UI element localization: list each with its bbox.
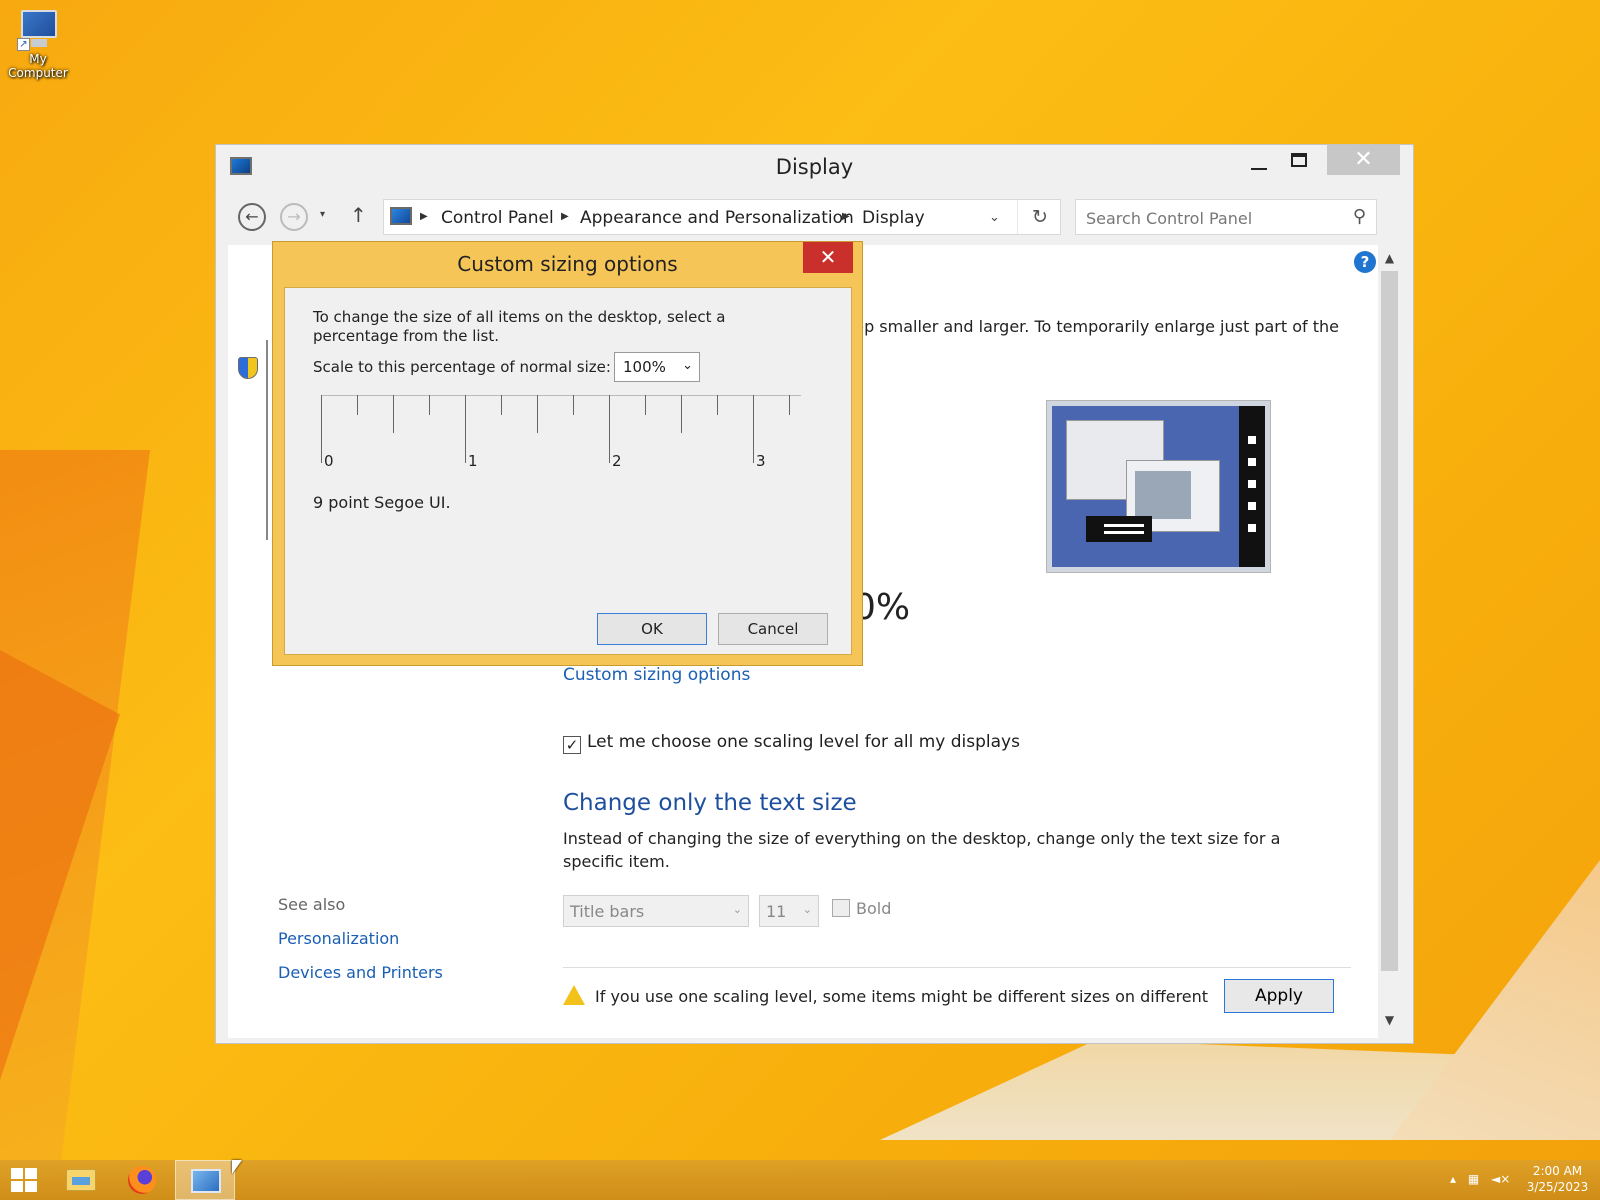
see-also-title: See also [278, 895, 346, 914]
desktop-icon-label: My Computer [8, 52, 68, 80]
display-preview-image [1046, 400, 1271, 573]
windows-logo-icon [11, 1168, 37, 1192]
refresh-button[interactable]: ↻ [1017, 200, 1062, 234]
dialog-body: To change the size of all items on the d… [284, 287, 852, 655]
scaling-checkbox[interactable]: ✓ [563, 736, 581, 754]
show-hidden-icons-icon[interactable]: ▴ [1450, 1172, 1456, 1186]
scroll-up-icon[interactable]: ▲ [1378, 251, 1401, 265]
forward-button[interactable]: → [280, 203, 308, 231]
divider [266, 340, 270, 540]
system-tray: ▴ ▦ ◄× [1450, 1172, 1518, 1186]
taskbar-file-explorer[interactable] [50, 1160, 110, 1200]
breadcrumb-control-panel[interactable]: Control Panel [441, 208, 554, 228]
warning-icon [563, 985, 585, 1005]
breadcrumb-display[interactable]: Display [862, 208, 925, 228]
dialog-title: Custom sizing options [457, 252, 678, 276]
ruler[interactable]: 0 1 2 3 [321, 395, 801, 470]
chevron-down-icon: ⌄ [802, 903, 812, 916]
search-icon[interactable]: ⚲ [1353, 206, 1366, 227]
custom-sizing-dialog: Custom sizing options ✕ To change the si… [272, 241, 863, 666]
bold-label: Bold [856, 899, 892, 918]
ruler-label: 0 [324, 452, 334, 470]
firefox-icon [128, 1166, 156, 1194]
search-input[interactable] [1086, 207, 1336, 229]
text-size-description: Instead of changing the size of everythi… [563, 829, 1281, 871]
taskbar-control-panel[interactable] [175, 1160, 235, 1200]
breadcrumb-separator-icon[interactable]: ▶ [561, 211, 569, 222]
item-select-value: Title bars [570, 902, 645, 921]
scaling-checkbox-label: Let me choose one scaling level for all … [587, 732, 1020, 752]
control-panel-icon [191, 1169, 221, 1193]
title-bar[interactable]: Display ✕ [216, 145, 1413, 189]
volume-muted-icon[interactable]: ◄× [1491, 1172, 1510, 1186]
recent-locations-button[interactable]: ▾ [320, 209, 325, 220]
up-button[interactable]: ↑ [350, 203, 367, 227]
apply-button[interactable]: Apply [1224, 979, 1334, 1013]
back-button[interactable]: ← [238, 203, 266, 231]
breadcrumb-separator-icon[interactable]: ▶ [842, 211, 850, 222]
ok-button[interactable]: OK [597, 613, 707, 645]
warning-row: If you use one scaling level, some items… [563, 985, 1208, 1006]
minimize-icon [1251, 168, 1267, 170]
scale-label: Scale to this percentage of normal size: [313, 358, 611, 376]
mouse-cursor [232, 1160, 242, 1174]
maximize-button[interactable] [1276, 145, 1322, 175]
network-icon[interactable]: ▦ [1468, 1172, 1479, 1186]
item-select[interactable]: Title bars ⌄ [563, 895, 749, 927]
dialog-close-button[interactable]: ✕ [803, 242, 853, 273]
navigation-bar: ← → ▾ ↑ ▶ Control Panel ▶ Appearance and… [228, 199, 1401, 235]
bold-checkbox-row[interactable]: Bold [832, 899, 891, 918]
size-select-value: 11 [766, 902, 787, 921]
computer-icon: ↗ [15, 8, 61, 52]
window-title: Display [775, 155, 854, 179]
intro-text: top smaller and larger. To temporarily e… [848, 317, 1339, 336]
scale-select[interactable]: 100% ⌄ [614, 352, 700, 382]
maximize-icon [1291, 153, 1307, 167]
font-note: 9 point Segoe UI. [313, 493, 451, 512]
address-dropdown-icon[interactable]: ⌄ [989, 210, 1000, 225]
text-size-heading: Change only the text size [563, 790, 857, 816]
cancel-button[interactable]: Cancel [718, 613, 828, 645]
ruler-label: 3 [756, 452, 766, 470]
clock[interactable]: 2:00 AM 3/25/2023 [1520, 1163, 1595, 1195]
scale-select-value: 100% [623, 358, 666, 376]
divider [563, 967, 1351, 968]
devices-printers-link[interactable]: Devices and Printers [278, 963, 443, 982]
uac-shield-icon [238, 357, 258, 379]
ruler-label: 1 [468, 452, 478, 470]
chevron-down-icon: ⌄ [732, 903, 742, 916]
ruler-label: 2 [612, 452, 622, 470]
forward-arrow-icon: → [287, 207, 301, 226]
scroll-down-icon[interactable]: ▼ [1378, 1013, 1401, 1027]
clock-date: 3/25/2023 [1526, 1180, 1589, 1194]
breadcrumb-separator-icon[interactable]: ▶ [420, 211, 428, 222]
wallpaper-shape [1390, 860, 1600, 1140]
custom-sizing-link[interactable]: Custom sizing options [563, 665, 750, 685]
close-button[interactable]: ✕ [1327, 145, 1400, 175]
folder-icon [66, 1169, 96, 1191]
vertical-scrollbar[interactable]: ▲ ▼ [1378, 245, 1401, 1038]
size-select[interactable]: 11 ⌄ [759, 895, 819, 927]
help-icon[interactable]: ? [1354, 251, 1376, 273]
taskbar-firefox[interactable] [112, 1160, 172, 1200]
warning-text: If you use one scaling level, some items… [595, 987, 1209, 1006]
search-box[interactable]: ⚲ [1075, 199, 1377, 235]
clock-time: 2:00 AM [1532, 1164, 1583, 1178]
back-arrow-icon: ← [245, 207, 259, 226]
personalization-link[interactable]: Personalization [278, 929, 399, 948]
chevron-down-icon: ⌄ [682, 358, 693, 373]
breadcrumb-appearance[interactable]: Appearance and Personalization [580, 208, 854, 228]
desktop-icon-my-computer[interactable]: ↗ My Computer [6, 8, 70, 80]
control-panel-icon [390, 207, 412, 225]
bold-checkbox[interactable] [832, 899, 850, 917]
address-bar[interactable]: ▶ Control Panel ▶ Appearance and Persona… [383, 199, 1061, 235]
scaling-checkbox-row[interactable]: ✓ Let me choose one scaling level for all… [563, 732, 1020, 754]
scrollbar-thumb[interactable] [1381, 271, 1398, 971]
dialog-description: To change the size of all items on the d… [313, 308, 726, 345]
